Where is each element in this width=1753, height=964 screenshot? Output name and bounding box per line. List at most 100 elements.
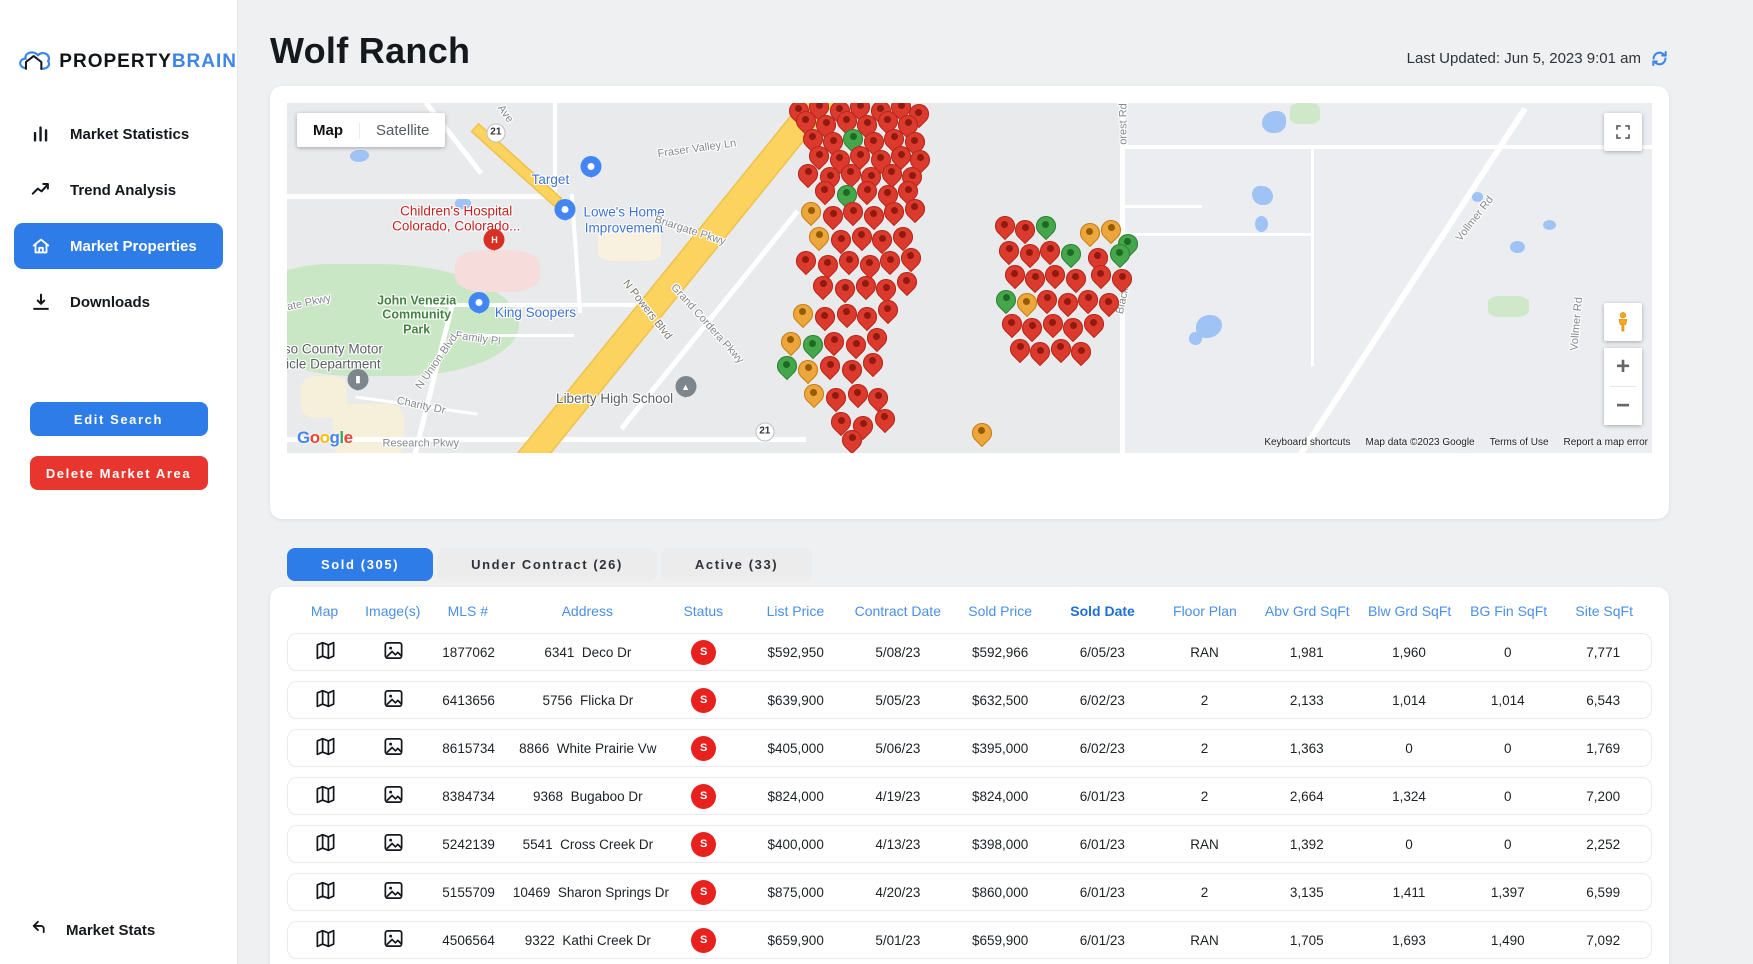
property-marker-sold[interactable]	[826, 388, 846, 408]
column-header-sold-date[interactable]: Sold Date	[1051, 603, 1153, 619]
property-marker-sold[interactable]	[1022, 318, 1042, 338]
property-marker-active[interactable]	[1061, 244, 1081, 264]
property-marker-sold[interactable]	[820, 356, 840, 376]
property-marker-sold[interactable]	[852, 227, 872, 247]
property-marker-sold[interactable]	[848, 384, 868, 404]
property-marker-sold[interactable]	[1040, 241, 1060, 261]
sidebar-item-trend-analysis[interactable]: Trend Analysis	[0, 162, 237, 218]
property-marker-sold[interactable]	[876, 279, 896, 299]
property-marker-under-contract[interactable]	[809, 227, 829, 247]
row-image-icon[interactable]	[382, 639, 405, 662]
property-marker-active[interactable]	[777, 356, 797, 376]
tab-under-contract-26[interactable]: Under Contract (26)	[437, 548, 657, 581]
row-map-icon[interactable]	[314, 735, 337, 758]
property-marker-sold[interactable]	[813, 276, 833, 296]
table-row[interactable]: 52421395541 Cross Creek DrS$400,0004/13/…	[287, 825, 1652, 863]
fullscreen-button[interactable]	[1604, 113, 1642, 151]
column-header-bg-fin-sqft[interactable]: BG Fin SqFt	[1461, 603, 1557, 619]
table-row[interactable]: 83847349368 Bugaboo DrS$824,0004/19/23$8…	[287, 777, 1652, 815]
property-marker-sold[interactable]	[815, 307, 835, 327]
property-marker-sold[interactable]	[796, 251, 816, 271]
property-marker-under-contract[interactable]	[798, 360, 818, 380]
property-marker-sold[interactable]	[875, 409, 895, 429]
property-marker-sold[interactable]	[1084, 314, 1104, 334]
tab-sold-305[interactable]: Sold (305)	[287, 548, 433, 581]
property-marker-sold[interactable]	[901, 248, 921, 268]
property-marker-sold[interactable]	[837, 304, 857, 324]
row-image-icon[interactable]	[382, 831, 405, 854]
column-header-site-sqft[interactable]: Site SqFt	[1556, 603, 1652, 619]
attribution-item[interactable]: Report a map error	[1564, 437, 1648, 448]
property-marker-under-contract[interactable]	[1080, 223, 1100, 243]
property-marker-sold[interactable]	[868, 388, 888, 408]
sidebar-item-market-properties[interactable]: Market Properties	[14, 223, 223, 269]
property-marker-sold[interactable]	[857, 307, 877, 327]
property-marker-sold[interactable]	[1066, 269, 1086, 289]
property-marker-sold[interactable]	[1051, 339, 1071, 359]
property-marker-sold[interactable]	[1002, 314, 1022, 334]
row-image-icon[interactable]	[382, 783, 405, 806]
column-header-abv-grd-sqft[interactable]: Abv Grd SqFt	[1256, 603, 1358, 619]
row-image-icon[interactable]	[382, 927, 405, 950]
property-marker-active[interactable]	[996, 290, 1016, 310]
column-header-floor-plan[interactable]: Floor Plan	[1154, 603, 1256, 619]
property-marker-sold[interactable]	[1099, 293, 1119, 313]
table-row[interactable]: 86157348866 White Prairie VwS$405,0005/0…	[287, 729, 1652, 767]
property-marker-sold[interactable]	[839, 251, 859, 271]
property-marker-sold[interactable]	[864, 206, 884, 226]
pegman-button[interactable]	[1604, 303, 1642, 341]
property-marker-sold[interactable]	[1063, 318, 1083, 338]
row-map-icon[interactable]	[314, 639, 337, 662]
refresh-icon[interactable]	[1650, 49, 1669, 68]
sidebar-item-downloads[interactable]: Downloads	[0, 274, 237, 330]
market-stats-back-link[interactable]: Market Stats	[30, 918, 155, 942]
table-row[interactable]: 45065649322 Kathi Creek DrS$659,9005/01/…	[287, 921, 1652, 959]
hospital-poi-pin[interactable]: H	[484, 229, 505, 250]
map-canvas[interactable]: Ave21Fraser Valley LnTargetChildren's Ho…	[287, 103, 1652, 453]
property-marker-sold[interactable]	[1015, 220, 1035, 240]
property-marker-sold[interactable]	[824, 332, 844, 352]
property-marker-sold[interactable]	[818, 255, 838, 275]
property-marker-sold[interactable]	[856, 276, 876, 296]
row-map-icon[interactable]	[314, 927, 337, 950]
property-marker-sold[interactable]	[1010, 339, 1030, 359]
delete-market-area-button[interactable]: Delete Market Area	[30, 456, 208, 490]
attribution-item[interactable]: Terms of Use	[1490, 437, 1549, 448]
row-map-icon[interactable]	[314, 687, 337, 710]
property-marker-sold[interactable]	[878, 300, 898, 320]
property-marker-sold[interactable]	[842, 430, 862, 450]
property-marker-under-contract[interactable]	[804, 384, 824, 404]
column-header-list-price[interactable]: List Price	[744, 603, 846, 619]
property-marker-sold[interactable]	[1020, 244, 1040, 264]
map-type-map-button[interactable]: Map	[297, 122, 359, 139]
property-marker-under-contract[interactable]	[972, 423, 992, 443]
property-marker-sold[interactable]	[880, 251, 900, 271]
tab-active-33[interactable]: Active (33)	[661, 548, 812, 581]
column-header-blw-grd-sqft[interactable]: Blw Grd SqFt	[1358, 603, 1460, 619]
property-marker-sold[interactable]	[1043, 314, 1063, 334]
row-map-icon[interactable]	[314, 879, 337, 902]
row-image-icon[interactable]	[382, 879, 405, 902]
row-map-icon[interactable]	[314, 831, 337, 854]
property-marker-sold[interactable]	[831, 230, 851, 250]
row-image-icon[interactable]	[382, 687, 405, 710]
sidebar-item-market-statistics[interactable]: Market Statistics	[0, 106, 237, 162]
property-marker-sold[interactable]	[1030, 342, 1050, 362]
property-marker-sold[interactable]	[893, 227, 913, 247]
museum-poi-pin[interactable]: ▮	[347, 369, 368, 390]
property-marker-under-contract[interactable]	[793, 304, 813, 324]
table-row[interactable]: 18770626341 Deco DrS$592,9505/08/23$592,…	[287, 633, 1652, 671]
row-image-icon[interactable]	[382, 735, 405, 758]
property-marker-sold[interactable]	[999, 241, 1019, 261]
property-marker-sold[interactable]	[823, 206, 843, 226]
row-map-icon[interactable]	[314, 783, 337, 806]
property-marker-active[interactable]	[1036, 216, 1056, 236]
property-marker-sold[interactable]	[815, 181, 835, 201]
property-marker-under-contract[interactable]	[1017, 293, 1037, 313]
property-marker-under-contract[interactable]	[781, 332, 801, 352]
attribution-item[interactable]: Keyboard shortcuts	[1264, 437, 1350, 448]
zoom-in-button[interactable]: +	[1604, 348, 1642, 386]
property-marker-sold[interactable]	[1058, 293, 1078, 313]
school-poi-pin[interactable]: ▲	[675, 376, 696, 397]
property-marker-under-contract[interactable]	[801, 202, 821, 222]
